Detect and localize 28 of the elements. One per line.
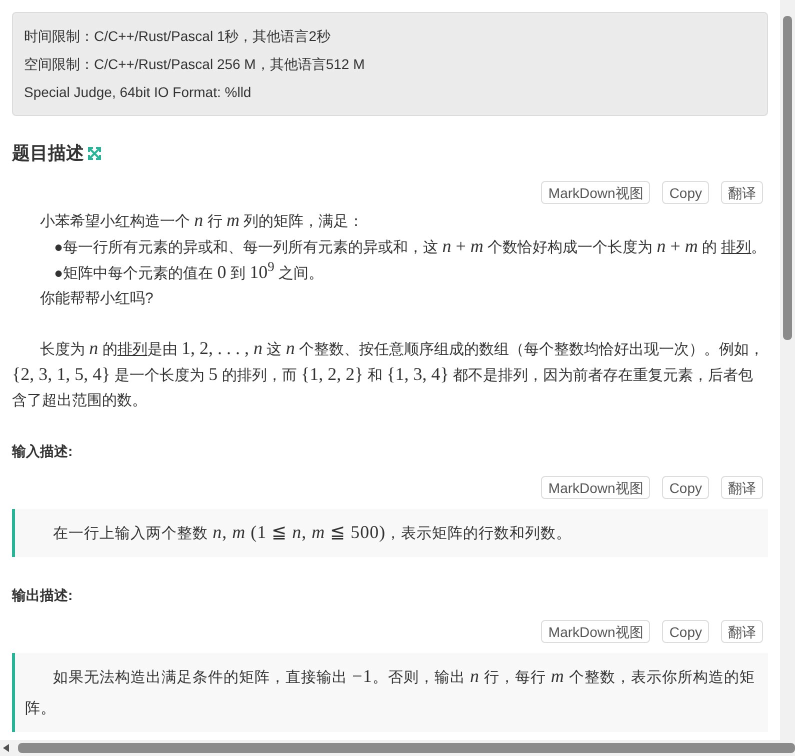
section-heading: 题目描述 (12, 142, 84, 165)
scrollbar-thumb[interactable] (18, 743, 795, 753)
limit-text: 空间限制：C/C++/Rust/Pascal 256 M，其他语言512 M (24, 55, 366, 74)
expand-icon[interactable] (88, 147, 101, 160)
paragraph-text: ●矩阵中每个元素的值在 0 到 10$^{9}$ 之间。 (53, 260, 324, 284)
paragraph-text: 小苯希望小红构造一个 n 行 m 列的矩阵，满足： (39, 209, 365, 232)
paragraph-text: 你能帮帮小红吗? (39, 289, 154, 309)
vertical-scrollbar[interactable] (780, 0, 795, 740)
scrollbar-thumb[interactable] (783, 16, 792, 340)
toolbar-button[interactable]: 翻译 (721, 620, 763, 643)
horizontal-scrollbar[interactable] (0, 740, 795, 756)
toolbar-button[interactable]: Copy (662, 476, 709, 499)
toolbar-button[interactable]: MarkDown视图 (541, 181, 650, 204)
paragraph-text: 长度为 n 的排列是由 1, 2, . . . , n 这 n 个整数、按任意顺序组成的数组（每个整数均恰好出现一次）。例如， {2, 3, 1, 5, 4} 是一个长度为 5 的排列，而 {1, 2, 2} 和 {1, 3, 4} 都不是排列，因为前者存在重复元素，后者包含了超出范围的数。 (12, 337, 766, 411)
toolbar-button[interactable]: Copy (662, 181, 709, 204)
toolbar-button[interactable]: Copy (662, 620, 709, 643)
toolbar-button[interactable]: MarkDown视图 (541, 620, 650, 643)
limit-text: 时间限制：C/C++/Rust/Pascal 1秒，其他语言2秒 (24, 27, 332, 46)
limit-text: Special Judge, 64bit IO Format: %lld (24, 83, 252, 102)
toolbar-button[interactable]: 翻译 (721, 476, 763, 499)
section-heading: 输入描述: (12, 442, 73, 461)
paragraph-text: ●每一行所有元素的异或和、每一列所有元素的异或和，这 n + m 个数恰好构成一个长度为 n + m 的 排列。 (53, 235, 768, 258)
scroll-left-icon[interactable] (3, 744, 10, 752)
section-heading: 输出描述: (12, 586, 73, 605)
toolbar-button[interactable]: 翻译 (721, 181, 763, 204)
toolbar-button[interactable]: MarkDown视图 (541, 476, 650, 499)
paragraph-text: 如果无法构造出满足条件的矩阵，直接输出 −1。否则，输出 n 行，每行 m 个整数，表示你所构造的矩阵。 (25, 665, 756, 719)
paragraph-text: 在一行上输入两个整数 n, m (1 ≦ n, m ≦ 500)，表示矩阵的行数和列数。 (52, 521, 573, 544)
